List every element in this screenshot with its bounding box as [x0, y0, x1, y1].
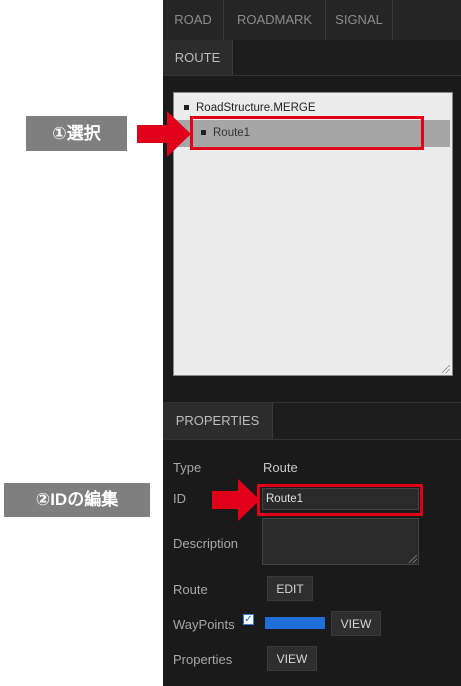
tab-road[interactable]: ROAD [163, 0, 224, 40]
route-label: Route [173, 582, 208, 597]
category-tab-bar: ROAD ROADMARK SIGNAL [163, 0, 461, 41]
tab-route[interactable]: ROUTE [163, 40, 233, 75]
properties-label: Properties [173, 652, 233, 667]
tab-properties[interactable]: PROPERTIES [163, 403, 273, 439]
id-label: ID [173, 491, 186, 506]
bullet-icon [184, 105, 189, 111]
resize-grip-icon[interactable] [442, 365, 450, 373]
tab-roadmark[interactable]: ROADMARK [224, 0, 326, 40]
callout-select: ①選択 [26, 116, 127, 151]
properties-tab-bar: PROPERTIES [163, 402, 461, 440]
description-label: Description [173, 536, 239, 551]
highlight-box-id [257, 484, 423, 516]
resize-grip-icon[interactable] [409, 555, 417, 563]
waypoints-color-swatch[interactable] [265, 617, 325, 629]
active-tab-bar: ROUTE [163, 40, 461, 76]
highlight-box-selection [190, 116, 424, 150]
waypoints-checkbox[interactable]: ✓ [243, 614, 254, 625]
arrow-right-icon [137, 111, 191, 157]
tab-signal[interactable]: SIGNAL [326, 0, 393, 40]
callout-edit-id: ②IDの編集 [4, 483, 150, 517]
arrow-right-icon [212, 479, 260, 521]
properties-view-button[interactable]: VIEW [267, 646, 317, 671]
route-edit-button[interactable]: EDIT [267, 576, 313, 601]
type-label: Type [173, 460, 202, 475]
description-field[interactable] [262, 518, 419, 565]
list-item-label: RoadStructure.MERGE [196, 102, 316, 114]
type-value: Route [263, 460, 298, 475]
waypoints-view-button[interactable]: VIEW [331, 611, 381, 636]
waypoints-label: WayPoints [173, 617, 235, 632]
